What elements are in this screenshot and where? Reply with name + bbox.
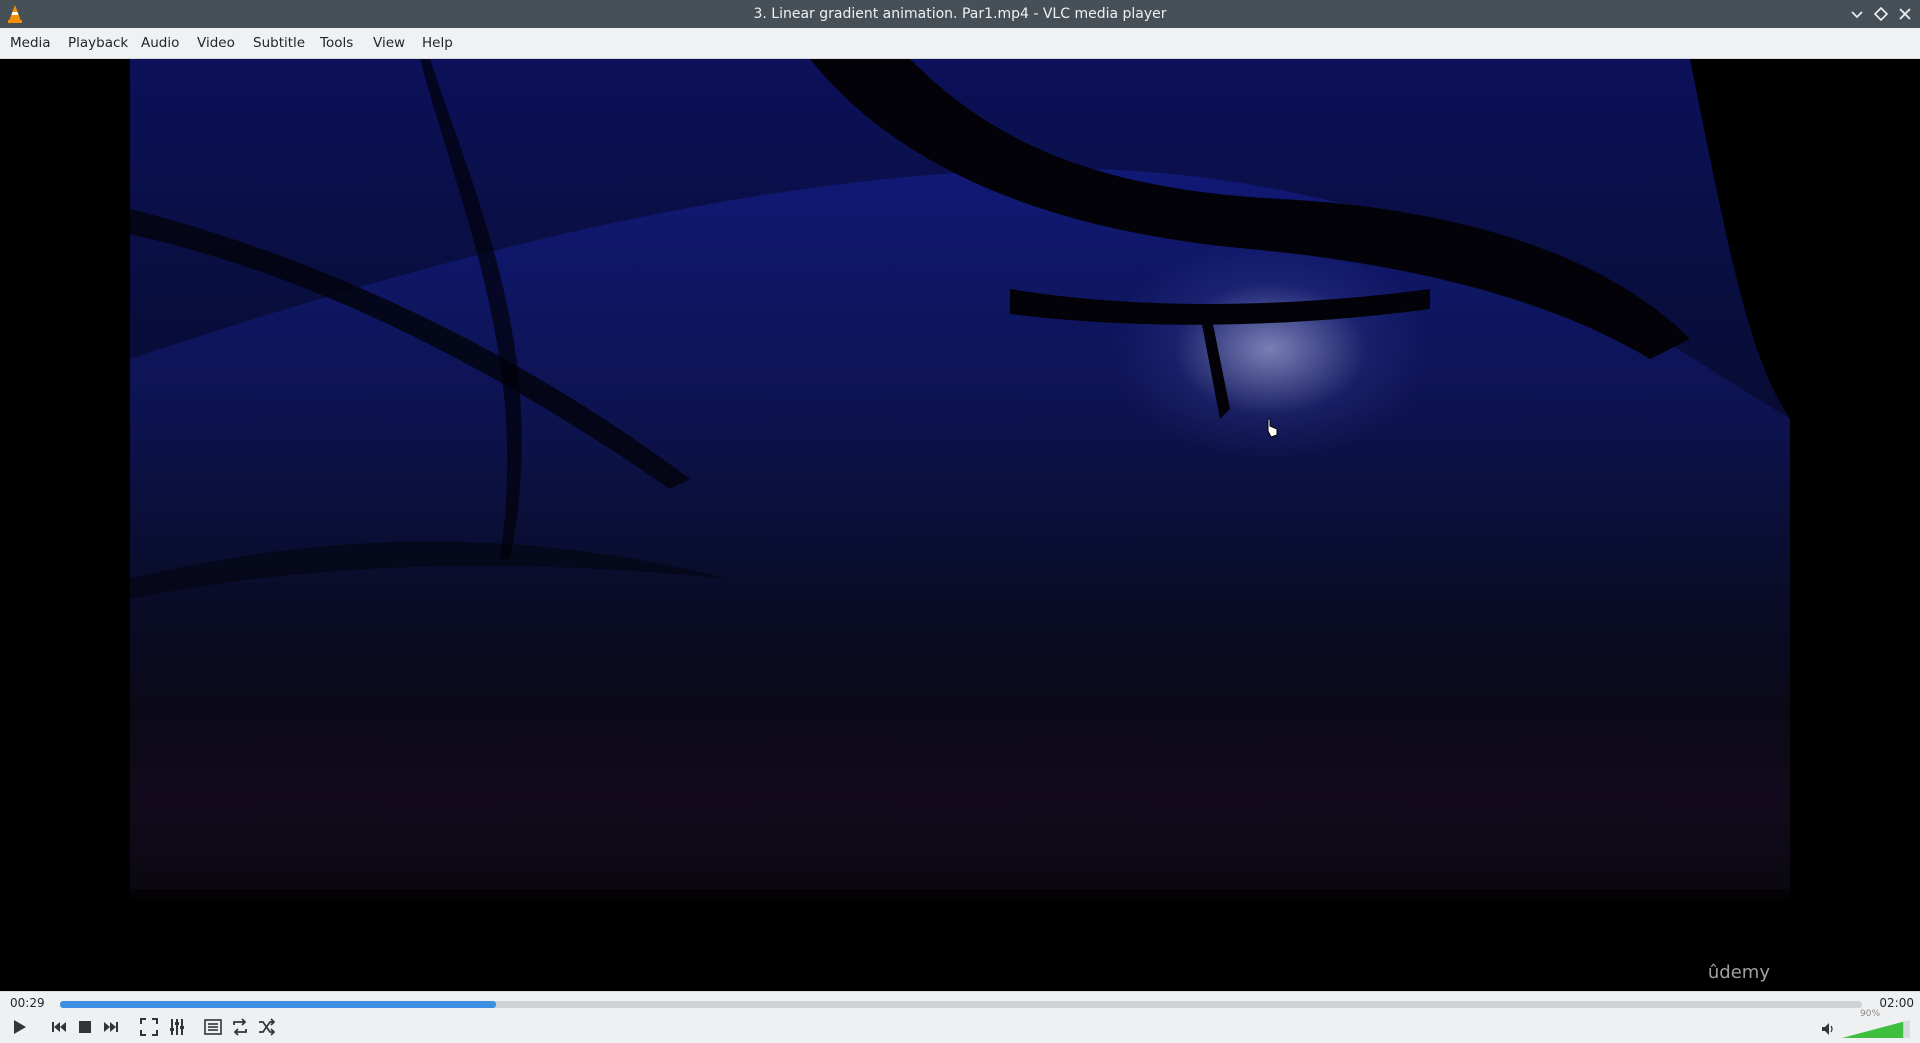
fullscreen-button[interactable] [138,1016,160,1038]
extended-settings-button[interactable] [166,1016,188,1038]
menu-bar: Media Playback Audio Video Subtitle Tool… [0,28,1920,59]
menu-audio[interactable]: Audio [141,35,179,51]
video-frame [130,59,1790,899]
mouse-cursor-icon [1267,418,1278,438]
total-time[interactable]: 02:00 [1879,996,1914,1010]
udemy-watermark: ûdemy [1707,962,1770,983]
previous-icon [52,1022,66,1032]
seek-progress [60,1001,497,1008]
extended-settings-icon [170,1019,184,1035]
elapsed-time[interactable]: 00:29 [10,996,45,1010]
menu-playback[interactable]: Playback [68,35,128,51]
volume-control[interactable]: 90% [1820,1009,1912,1039]
volume-slider[interactable] [1842,1019,1910,1039]
volume-level [1842,1021,1904,1038]
playlist-button[interactable] [202,1016,224,1038]
window-titlebar: 3. Linear gradient animation. Par1.mp4 -… [0,0,1920,28]
play-icon [14,1020,26,1034]
fullscreen-icon [140,1018,158,1036]
shuffle-button[interactable] [256,1016,278,1038]
menu-view[interactable]: View [373,35,405,51]
menu-tools[interactable]: Tools [320,35,353,51]
previous-button[interactable] [48,1016,70,1038]
next-icon [104,1022,118,1032]
close-icon[interactable] [1896,5,1914,23]
control-bar: 00:29 02:00 90% [0,991,1920,1043]
minimize-icon[interactable] [1848,5,1866,23]
stop-button[interactable] [74,1016,96,1038]
video-area[interactable]: ûdemy [0,59,1920,991]
menu-help[interactable]: Help [422,35,453,51]
playlist-icon [204,1019,222,1035]
speaker-icon[interactable] [1820,1021,1836,1037]
menu-subtitle[interactable]: Subtitle [253,35,305,51]
next-button[interactable] [100,1016,122,1038]
loop-icon [233,1018,247,1036]
seek-slider[interactable] [60,1001,1862,1008]
window-title: 3. Linear gradient animation. Par1.mp4 -… [753,6,1167,22]
play-button[interactable] [8,1016,30,1038]
menu-media[interactable]: Media [10,35,51,51]
maximize-icon[interactable] [1872,5,1890,23]
loop-button[interactable] [229,1016,251,1038]
volume-label: 90% [1860,1009,1881,1019]
shuffle-icon [259,1018,276,1036]
stop-icon [79,1021,91,1033]
tree-silhouette [130,59,1790,899]
menu-video[interactable]: Video [197,35,235,51]
